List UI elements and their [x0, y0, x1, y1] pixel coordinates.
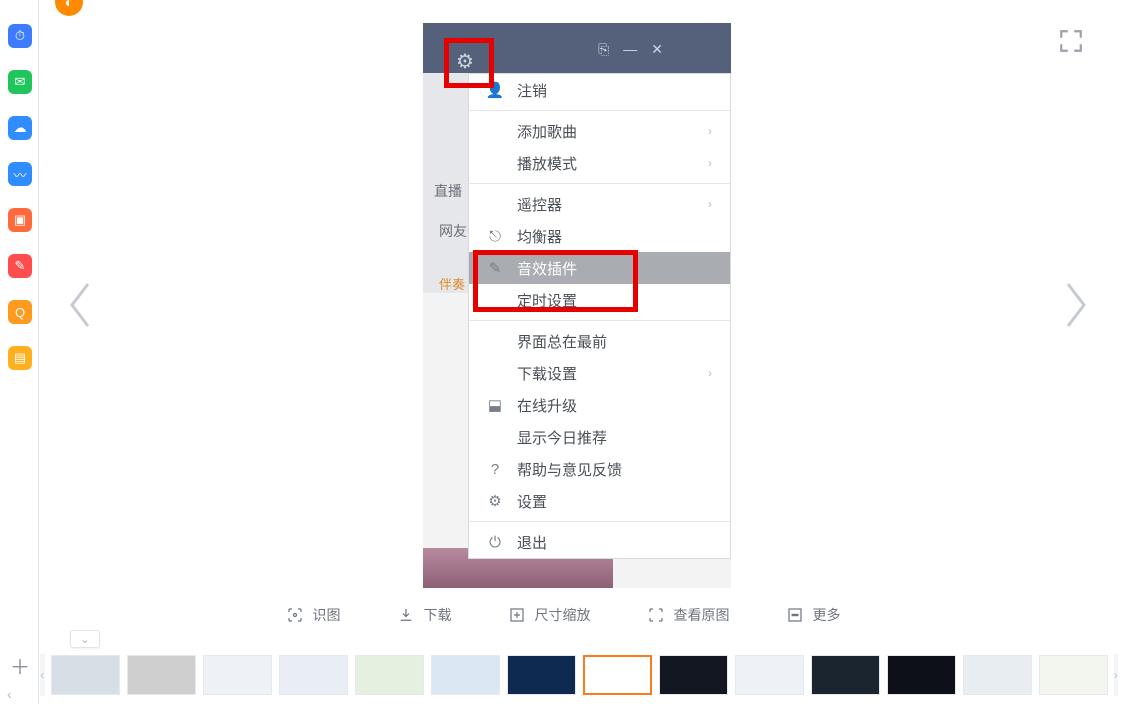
thumbnail[interactable]	[355, 655, 424, 695]
recognize-image-button[interactable]: 识图	[286, 605, 341, 625]
menu-item-label: 播放模式	[517, 153, 577, 174]
menu-item-label: 退出	[517, 532, 547, 553]
menu-item-label: 在线升级	[517, 395, 577, 416]
chevron-right-icon: ›	[708, 366, 712, 380]
chevron-right-icon: ›	[708, 124, 712, 138]
equalizer-icon: ⎋	[485, 228, 505, 245]
menu-item-label: 帮助与意见反馈	[517, 459, 622, 480]
image-icon[interactable]: ▣	[8, 208, 32, 232]
search-orange-icon[interactable]: Q	[8, 300, 32, 324]
menu-item-label: 遥控器	[517, 194, 562, 215]
left-app-bar: ⏱ ✉ ☁ 〰 ▣ ✎ Q ▤	[8, 24, 32, 370]
highlight-gear-redbox	[444, 38, 494, 88]
pdf-icon[interactable]: ✎	[8, 254, 32, 278]
fullscreen-icon[interactable]	[1058, 28, 1084, 54]
note-icon[interactable]: ▤	[8, 346, 32, 370]
thumbnail[interactable]	[963, 655, 1032, 695]
download-label: 下载	[424, 605, 452, 625]
resize-label: 尺寸缩放	[535, 605, 591, 625]
titlebar-controls: ⎘ — ✕	[598, 41, 663, 58]
highlight-audioplugin-redbox	[473, 250, 638, 312]
more-label: 更多	[813, 605, 841, 625]
thumbnail[interactable]	[583, 655, 652, 695]
thumb-next-button[interactable]: ›	[1114, 654, 1119, 696]
menu-separator	[469, 320, 730, 321]
menu-item-label: 添加歌曲	[517, 121, 577, 142]
wechat-icon[interactable]: ✉	[8, 70, 32, 94]
menu-separator	[469, 110, 730, 111]
menu-item-play-mode[interactable]: 播放模式 ›	[469, 147, 730, 179]
chevron-right-icon: ›	[708, 156, 712, 170]
menu-item-label: 下载设置	[517, 363, 577, 384]
menu-separator	[469, 521, 730, 522]
thumbnail[interactable]	[887, 655, 956, 695]
menu-item-label: 显示今日推荐	[517, 427, 607, 448]
help-feedback-icon: ?	[485, 461, 505, 478]
thumbnail[interactable]	[279, 655, 348, 695]
collapse-thumbnails-button[interactable]: ⌄	[70, 630, 100, 648]
wave-icon[interactable]: 〰	[8, 162, 32, 186]
menu-item-label: 界面总在最前	[517, 331, 607, 352]
scroll-up-hint[interactable]: ‹	[7, 686, 12, 702]
thumbnail-strip: ‹ ›	[40, 654, 1118, 696]
thumbnail[interactable]	[431, 655, 500, 695]
menu-item-remote[interactable]: 遥控器 ›	[469, 188, 730, 220]
prev-image-arrow[interactable]	[66, 280, 96, 330]
main-screenshot: 直播 网友 伴奏 ⎘ — ✕ ⚙ 👤注销添加歌曲›播放模式›遥控器›⎋均衡器✎音…	[423, 23, 731, 588]
thumbnail[interactable]	[659, 655, 728, 695]
settings-icon: ⚙	[485, 492, 505, 510]
thumbnail[interactable]	[127, 655, 196, 695]
menu-item-label: 设置	[517, 491, 547, 512]
image-action-bar: 识图 下载 尺寸缩放 查看原图 更多	[0, 605, 1126, 625]
view-original-button[interactable]: 查看原图	[647, 605, 730, 625]
view-original-label: 查看原图	[674, 605, 730, 625]
menu-separator	[469, 183, 730, 184]
add-button[interactable]: ＋	[10, 651, 30, 680]
menu-item-logout[interactable]: 👤注销	[469, 74, 730, 106]
menu-item-exit[interactable]: ⏻ 退出	[469, 526, 730, 558]
chevron-right-icon: ›	[708, 197, 712, 211]
resize-button[interactable]: 尺寸缩放	[508, 605, 591, 625]
app-label-live: 直播	[423, 181, 473, 201]
menu-item-download-settings[interactable]: 下载设置 ›	[469, 357, 730, 389]
thumbnail[interactable]	[1039, 655, 1108, 695]
cloud-icon[interactable]: ☁	[8, 116, 32, 140]
next-image-arrow[interactable]	[1060, 280, 1090, 330]
titlebar-min-icon: —	[623, 41, 637, 58]
menu-item-show-today[interactable]: 显示今日推荐	[469, 421, 730, 453]
thumb-prev-button[interactable]: ‹	[40, 654, 45, 696]
thumbnail[interactable]	[203, 655, 272, 695]
menu-item-online-upgrade[interactable]: ⬓ 在线升级	[469, 389, 730, 421]
more-button[interactable]: 更多	[786, 605, 841, 625]
menu-item-always-on-top[interactable]: 界面总在最前	[469, 325, 730, 357]
menu-item-equalizer[interactable]: ⎋ 均衡器	[469, 220, 730, 252]
thumbnail[interactable]	[51, 655, 120, 695]
titlebar-misc-icon: ⎘	[598, 41, 609, 58]
menu-item-label: 注销	[517, 80, 547, 101]
menu-item-settings[interactable]: ⚙ 设置	[469, 485, 730, 517]
menu-item-help-feedback[interactable]: ? 帮助与意见反馈	[469, 453, 730, 485]
recognize-label: 识图	[313, 605, 341, 625]
menu-item-label: 均衡器	[517, 226, 562, 247]
thumbnail[interactable]	[735, 655, 804, 695]
clock-icon[interactable]: ⏱	[8, 24, 32, 48]
online-upgrade-icon: ⬓	[485, 396, 505, 414]
settings-context-menu: 👤注销添加歌曲›播放模式›遥控器›⎋均衡器✎音效插件定时设置界面总在最前下载设置…	[468, 73, 731, 559]
left-divider	[38, 0, 39, 704]
menu-item-add-song[interactable]: 添加歌曲 ›	[469, 115, 730, 147]
site-logo[interactable]: ◐	[55, 0, 83, 16]
thumbnail[interactable]	[507, 655, 576, 695]
download-button[interactable]: 下载	[397, 605, 452, 625]
exit-icon: ⏻	[485, 534, 505, 551]
titlebar-close-icon: ✕	[651, 41, 663, 58]
app-label-accompany: 伴奏	[423, 274, 465, 294]
thumbnail[interactable]	[811, 655, 880, 695]
